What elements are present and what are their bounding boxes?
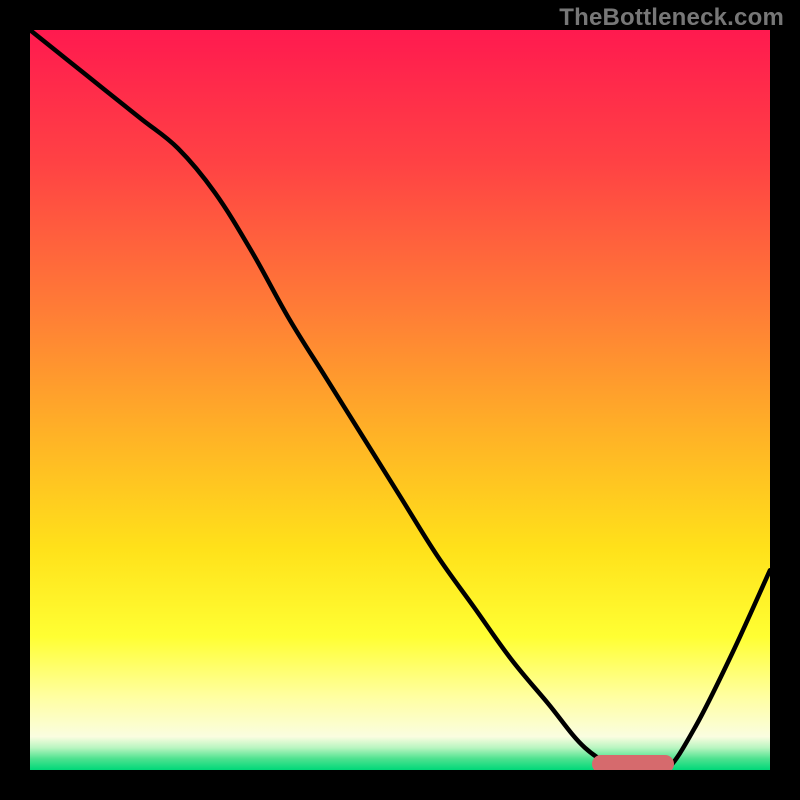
bottleneck-curve <box>30 30 770 770</box>
plot-area <box>30 30 770 770</box>
chart-frame: TheBottleneck.com <box>0 0 800 800</box>
optimal-range-marker <box>592 755 673 770</box>
watermark-text: TheBottleneck.com <box>559 4 784 32</box>
